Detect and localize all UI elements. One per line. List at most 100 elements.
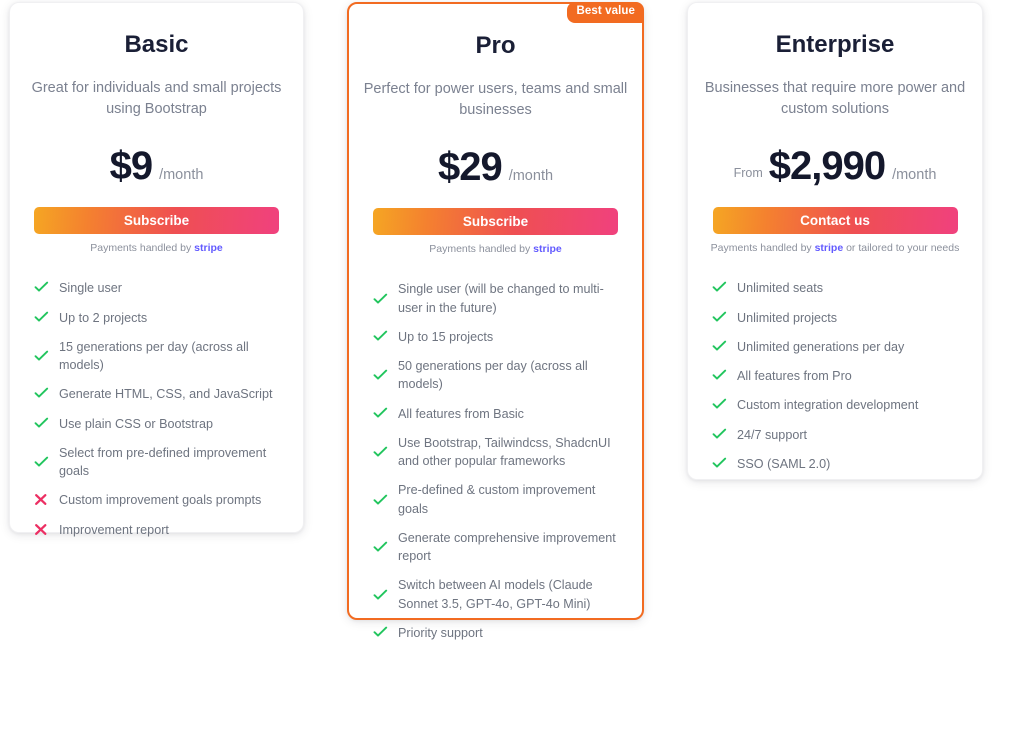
check-icon: [34, 456, 49, 472]
subscribe-button-basic[interactable]: Subscribe: [34, 206, 279, 234]
feature-item: All features from Basic: [373, 405, 624, 423]
stripe-link[interactable]: stripe: [533, 243, 562, 255]
feature-item: Unlimited generations per day: [712, 338, 964, 356]
feature-item: Single user: [34, 279, 285, 297]
check-icon: [34, 350, 49, 366]
payment-note-text: Payments handled by: [90, 241, 192, 254]
check-icon: [34, 417, 49, 433]
check-icon: [373, 494, 388, 510]
feature-label: Unlimited projects: [737, 310, 838, 325]
subscribe-button-pro[interactable]: Subscribe: [373, 207, 618, 235]
check-icon: [373, 293, 388, 309]
cross-icon: [34, 523, 49, 539]
check-icon: [712, 311, 727, 327]
check-icon: [373, 330, 388, 346]
feature-item: Select from pre-defined improvement goal…: [34, 444, 285, 481]
plan-price-period: /month: [159, 166, 204, 183]
feature-label: All features from Basic: [398, 406, 524, 421]
check-icon: [373, 541, 388, 557]
feature-label: Up to 15 projects: [398, 329, 494, 344]
feature-item: Use plain CSS or Bootstrap: [34, 415, 285, 433]
feature-label: Improvement report: [59, 522, 169, 537]
feature-label: Use Bootstrap, Tailwindcss, ShadcnUI and…: [398, 435, 611, 469]
feature-item: Custom improvement goals prompts: [34, 491, 285, 509]
feature-item: SSO (SAML 2.0): [712, 455, 964, 473]
stripe-link[interactable]: stripe: [815, 242, 844, 254]
feature-label: Priority support: [398, 625, 483, 640]
feature-list-basic: Single user Up to 2 projects 15 generati…: [10, 279, 303, 539]
feature-item: Single user (will be changed to multi-us…: [373, 280, 624, 317]
feature-label: Generate comprehensive improvement repor…: [398, 530, 616, 564]
feature-item: Priority support: [373, 624, 624, 642]
feature-label: 24/7 support: [737, 427, 808, 442]
feature-label: Select from pre-defined improvement goal…: [59, 445, 267, 479]
feature-label: Single user (will be changed to multi-us…: [398, 282, 604, 315]
feature-label: Switch between AI models (Claude Sonnet …: [398, 578, 593, 611]
feature-item: All features from Pro: [712, 367, 964, 385]
check-icon: [34, 311, 49, 327]
stripe-link[interactable]: stripe: [194, 242, 223, 254]
plan-title: Pro: [475, 32, 516, 59]
check-icon: [34, 387, 49, 403]
feature-label: Generate HTML, CSS, and JavaScript: [59, 387, 273, 402]
check-icon: [712, 340, 727, 356]
feature-label: 15 generations per day (across all model…: [59, 339, 249, 373]
feature-label: 50 generations per day (across all model…: [398, 359, 588, 392]
check-icon: [373, 369, 388, 385]
feature-label: All features from Pro: [737, 369, 852, 384]
contact-us-button[interactable]: Contact us: [712, 206, 958, 234]
feature-label: Unlimited generations per day: [737, 339, 905, 354]
check-icon: [712, 369, 727, 385]
payment-note-text: Payments handled by: [710, 241, 812, 254]
feature-item: Up to 2 projects: [34, 309, 285, 327]
feature-label: Custom improvement goals prompts: [59, 493, 262, 508]
feature-list-pro: Single user (will be changed to multi-us…: [349, 280, 642, 642]
feature-item: Generate HTML, CSS, and JavaScript: [34, 385, 285, 403]
feature-item: 50 generations per day (across all model…: [373, 357, 624, 394]
price-row: From $2,990 /month: [688, 146, 982, 186]
feature-label: Up to 2 projects: [59, 310, 148, 325]
plan-price-period: /month: [892, 166, 937, 183]
feature-item: Switch between AI models (Claude Sonnet …: [373, 576, 624, 613]
feature-list-enterprise: Unlimited seats Unlimited projects Unlim…: [688, 279, 982, 473]
plan-price: $29: [437, 144, 503, 189]
feature-item: Pre-defined & custom improvement goals: [373, 481, 624, 518]
cross-icon: [34, 493, 49, 509]
feature-label: SSO (SAML 2.0): [737, 456, 831, 471]
plan-description: Businesses that require more power and c…: [704, 79, 966, 117]
feature-item: 15 generations per day (across all model…: [34, 338, 285, 375]
payment-note-suffix: or tailored to your needs: [846, 241, 960, 254]
check-icon: [34, 281, 49, 297]
pricing-card-pro[interactable]: Best value Pro Perfect for power users, …: [347, 2, 644, 640]
plan-price: $9: [109, 143, 153, 188]
plan-description: Great for individuals and small projects…: [31, 79, 282, 117]
check-icon: [712, 281, 727, 297]
payment-note: Payments handled by stripe or tailored t…: [688, 242, 982, 256]
feature-item: Unlimited seats: [712, 279, 964, 297]
feature-label: Pre-defined & custom improvement goals: [398, 483, 596, 516]
feature-item: Generate comprehensive improvement repor…: [373, 529, 624, 566]
plan-price-period: /month: [508, 167, 554, 184]
feature-label: Unlimited seats: [737, 281, 824, 296]
feature-label: Use plain CSS or Bootstrap: [59, 416, 213, 431]
feature-item: Improvement report: [34, 521, 285, 539]
plan-title: Basic: [124, 31, 189, 58]
payment-note: Payments handled by stripe: [349, 243, 642, 257]
plan-price-prefix: From: [733, 165, 763, 180]
check-icon: [712, 398, 727, 414]
price-row: $9 /month: [10, 146, 303, 186]
plan-description: Perfect for power users, teams and small…: [363, 80, 628, 118]
feature-item: Use Bootstrap, Tailwindcss, ShadcnUI and…: [373, 434, 624, 471]
check-icon: [712, 428, 727, 444]
pricing-plans-container: Basic Great for individuals and small pr…: [0, 0, 1024, 733]
plan-price: $2,990: [768, 143, 886, 188]
pricing-card-basic[interactable]: Basic Great for individuals and small pr…: [9, 2, 304, 537]
pricing-card-enterprise[interactable]: Enterprise Businesses that require more …: [687, 2, 983, 480]
best-value-badge: Best value: [567, 2, 644, 23]
feature-item: 24/7 support: [712, 426, 964, 444]
check-icon: [373, 589, 388, 605]
feature-item: Unlimited projects: [712, 309, 964, 327]
payment-note: Payments handled by stripe: [10, 242, 303, 256]
payment-note-text: Payments handled by: [429, 242, 531, 255]
feature-label: Custom integration development: [737, 398, 919, 413]
